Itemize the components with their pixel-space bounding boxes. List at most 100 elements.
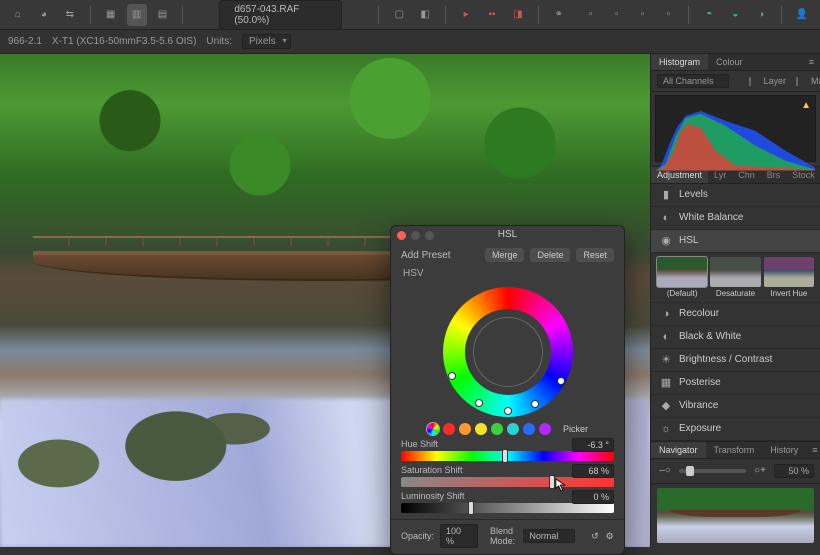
arrange-a-icon[interactable]: ▫	[581, 4, 601, 26]
posterise-icon: ▦	[659, 376, 673, 390]
top-panel-tabs: Histogram Colour ≡	[651, 54, 820, 71]
wheel-node[interactable]	[475, 399, 483, 407]
adjustment-vibrance[interactable]: ◆Vibrance	[651, 395, 820, 418]
context-bar: 966-2.1 X-T1 (XC16-50mmF3.5-5.6 OIS) Uni…	[0, 30, 820, 54]
swatch-red[interactable]	[443, 423, 455, 435]
zoom-out-icon[interactable]: –○	[657, 463, 673, 479]
adjustment-levels[interactable]: ▮Levels	[651, 184, 820, 207]
grid-icon[interactable]: ▦	[101, 4, 121, 26]
preset-default[interactable]: (Default)	[657, 257, 707, 298]
tab-colour[interactable]: Colour	[708, 54, 751, 70]
hue-shift-slider[interactable]: -6.3 °	[401, 451, 614, 461]
top-toolbar: ⌂ ◕ ⇆ ▦ ▥ ▤ d657-043.RAF (50.0%) ▢ ◧ ▸ ▪…	[0, 0, 820, 30]
hsv-toggle[interactable]: HSV	[391, 266, 624, 281]
arrange-c-icon[interactable]: ▫	[633, 4, 653, 26]
swatch-master[interactable]	[427, 423, 439, 435]
white-balance-icon: ◐	[659, 211, 673, 225]
wheel-node[interactable]	[504, 407, 512, 415]
document-name-dropdown[interactable]: d657-043.RAF (50.0%)	[219, 0, 342, 30]
zoom-knob[interactable]	[686, 466, 694, 476]
opacity-label: Opacity:	[401, 531, 434, 541]
recolour-icon: ◑	[659, 307, 673, 321]
hsl-title: HSL	[391, 229, 624, 240]
merge-button[interactable]: Merge	[485, 248, 525, 262]
units-label: Units:	[206, 36, 232, 47]
channels-select[interactable]: All Channels	[657, 74, 729, 88]
view-mode-b-icon[interactable]: ◧	[415, 4, 435, 26]
swatch-cyan[interactable]	[507, 423, 519, 435]
hue-shift-value[interactable]: -6.3 °	[572, 438, 614, 452]
black-white-icon: ◐	[659, 330, 673, 344]
settings-gear-icon[interactable]: ⚙	[605, 528, 614, 544]
adjustment-recolour[interactable]: ◑Recolour	[651, 303, 820, 326]
saturation-shift-slider[interactable]: 68 %	[401, 477, 614, 487]
link-icon[interactable]: ⚭	[549, 4, 569, 26]
cursor-icon	[555, 478, 569, 492]
lens-label: X-T1 (XC16-50mmF3.5-5.6 OIS)	[52, 36, 196, 47]
bit-depth-label: 966-2.1	[8, 36, 42, 47]
hsl-icon: ◉	[659, 234, 673, 248]
exposure-icon: ☼	[659, 422, 673, 436]
tab-navigator[interactable]: Navigator	[651, 442, 706, 458]
swap-icon[interactable]: ⇆	[60, 4, 80, 26]
saturation-shift-value[interactable]: 68 %	[572, 464, 614, 478]
align-icon[interactable]: ▤	[153, 4, 173, 26]
adjustment-brightness-contrast[interactable]: ☀Brightness / Contrast	[651, 349, 820, 372]
home-icon[interactable]: ⌂	[8, 4, 28, 26]
color-wheel-icon[interactable]: ◕	[34, 4, 54, 26]
reset-gear-icon[interactable]: ↺	[591, 528, 600, 544]
swatch-orange[interactable]	[459, 423, 471, 435]
reset-button[interactable]: Reset	[576, 248, 614, 262]
wheel-node[interactable]	[557, 377, 565, 385]
blend-mode-select[interactable]: Normal	[523, 529, 575, 543]
clip-warning-icon: ▲	[801, 100, 811, 111]
luminosity-shift-slider[interactable]: 0 %	[401, 503, 614, 513]
adjustment-exposure[interactable]: ☼Exposure	[651, 418, 820, 441]
tab-transform[interactable]: Transform	[706, 442, 763, 458]
panel-menu-icon[interactable]: ≡	[803, 54, 820, 70]
account-icon[interactable]: 👤	[792, 4, 812, 26]
swatch-yellow[interactable]	[475, 423, 487, 435]
snap-icon[interactable]: ▥	[127, 4, 147, 26]
view-mode-a-icon[interactable]: ▢	[389, 4, 409, 26]
assistant-c-icon[interactable]: ◑	[751, 4, 771, 26]
units-select[interactable]: Pixels	[242, 34, 291, 49]
wheel-node[interactable]	[448, 372, 456, 380]
layer-checkbox[interactable]	[749, 77, 751, 86]
opacity-value[interactable]: 100 %	[440, 524, 478, 548]
assistant-b-icon[interactable]: ◒	[725, 4, 745, 26]
compare-icon[interactable]: ▪▪	[482, 4, 502, 26]
preset-desaturate[interactable]: Desaturate	[710, 257, 760, 298]
preset-invert-hue[interactable]: Invert Hue	[764, 257, 814, 298]
panel-menu-icon[interactable]: ≡	[806, 442, 820, 458]
adjustment-white-balance[interactable]: ◐White Balance	[651, 207, 820, 230]
delete-button[interactable]: Delete	[530, 248, 570, 262]
zoom-value[interactable]: 50 %	[774, 464, 814, 478]
marquee-checkbox[interactable]	[796, 77, 798, 86]
hue-shift-knob[interactable]	[502, 449, 508, 463]
swatch-green[interactable]	[491, 423, 503, 435]
luminosity-shift-knob[interactable]	[468, 501, 474, 515]
navigator-thumbnail[interactable]	[657, 488, 814, 543]
adjustment-hsl[interactable]: ◉HSL	[651, 230, 820, 253]
arrange-b-icon[interactable]: ▫	[607, 4, 627, 26]
brightness-icon: ☀	[659, 353, 673, 367]
mirror-icon[interactable]: ◨	[508, 4, 528, 26]
ruler-icon[interactable]: ▸	[456, 4, 476, 26]
zoom-in-icon[interactable]: ○+	[752, 463, 768, 479]
color-wheel[interactable]	[443, 287, 573, 417]
add-preset-button[interactable]: Add Preset	[401, 250, 450, 261]
arrange-d-icon[interactable]: ▫	[659, 4, 679, 26]
zoom-slider[interactable]	[679, 469, 746, 473]
tab-history[interactable]: History	[762, 442, 806, 458]
adjustment-posterise[interactable]: ▦Posterise	[651, 372, 820, 395]
blend-mode-label: Blend Mode:	[490, 526, 517, 546]
tab-histogram[interactable]: Histogram	[651, 54, 708, 70]
wheel-node[interactable]	[531, 400, 539, 408]
picker-button[interactable]: Picker	[563, 424, 588, 434]
assistant-a-icon[interactable]: ◓	[699, 4, 719, 26]
swatch-blue[interactable]	[523, 423, 535, 435]
swatch-magenta[interactable]	[539, 423, 551, 435]
adjustment-black-white[interactable]: ◐Black & White	[651, 326, 820, 349]
luminosity-shift-value[interactable]: 0 %	[572, 490, 614, 504]
